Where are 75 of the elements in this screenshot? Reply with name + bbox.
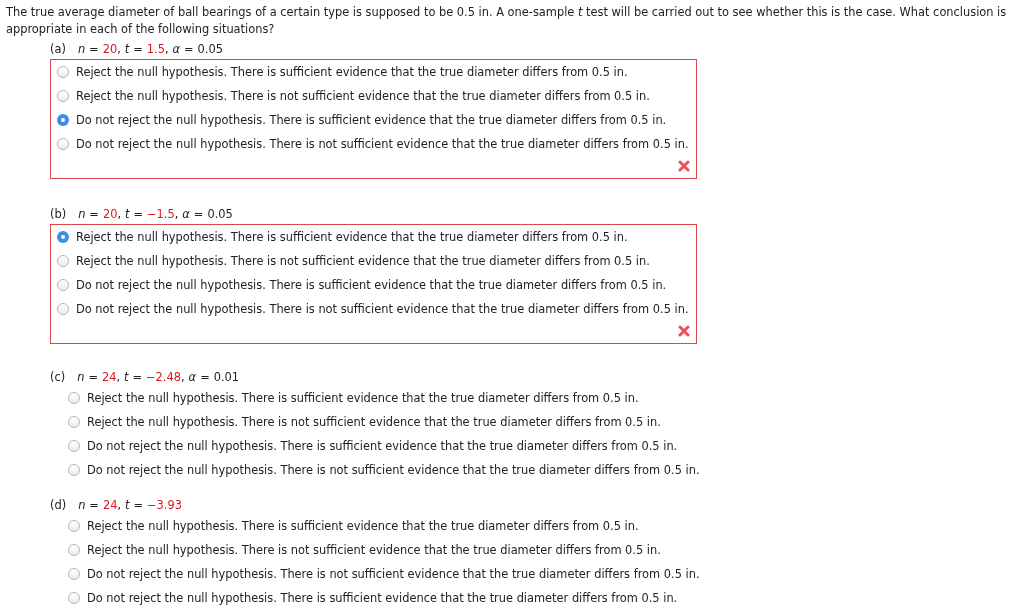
equals-sign: = <box>89 42 99 56</box>
option-text[interactable]: Do not reject the null hypothesis. There is not sufficient evidence that the true diameter differs from 0.5 in. <box>87 567 700 581</box>
variable-symbol: t <box>124 42 130 56</box>
radio-button[interactable] <box>68 392 80 404</box>
comma: , <box>117 207 122 221</box>
equals-sign: = <box>200 370 210 384</box>
option-text[interactable]: Reject the null hypothesis. There is not sufficient evidence that the true diameter differs from 0.5 in. <box>76 89 650 103</box>
radio-button[interactable] <box>57 303 69 315</box>
parameter-value: −3.93 <box>147 498 182 512</box>
variable-symbol: t <box>124 370 129 384</box>
parameter-value: 0.05 <box>207 207 233 221</box>
radio-button[interactable] <box>68 440 80 452</box>
x-mark-icon <box>678 160 690 172</box>
equals-sign: = <box>193 207 204 221</box>
option-text[interactable]: Reject the null hypothesis. There is not sufficient evidence that the true diameter differs from 0.5 in. <box>87 415 661 429</box>
option-text[interactable]: Do not reject the null hypothesis. There is sufficient evidence that the true diameter differs from 0.5 in. <box>87 591 678 605</box>
part-label: (c) <box>50 370 66 384</box>
radio-button[interactable] <box>57 114 69 126</box>
parameter-value: −1.5 <box>147 207 175 221</box>
option-text[interactable]: Reject the null hypothesis. There is not sufficient evidence that the true diameter differs from 0.5 in. <box>76 254 650 268</box>
comma: , <box>117 498 122 512</box>
comma: , <box>117 42 121 56</box>
variable-symbol: n <box>77 370 85 384</box>
equals-sign: = <box>89 498 99 512</box>
part-label: (b) <box>50 207 67 221</box>
x-mark-icon <box>678 325 690 337</box>
radio-button[interactable] <box>68 464 80 476</box>
variable-symbol: n <box>78 498 86 512</box>
parameter-value: 0.01 <box>213 370 240 384</box>
option-text[interactable]: Reject the null hypothesis. There is sufficient evidence that the true diameter differs from 0.5 in. <box>87 519 639 533</box>
radio-button[interactable] <box>57 231 69 243</box>
option-text[interactable]: Do not reject the null hypothesis. There is not sufficient evidence that the true diameter differs from 0.5 in. <box>87 463 700 477</box>
radio-button[interactable] <box>57 138 69 150</box>
radio-button[interactable] <box>57 279 69 291</box>
radio-button[interactable] <box>57 90 69 102</box>
comma: , <box>164 42 169 56</box>
radio-button[interactable] <box>68 568 80 580</box>
variable-symbol: α <box>172 42 181 56</box>
option-text[interactable]: Reject the null hypothesis. There is sufficient evidence that the true diameter differs from 0.5 in. <box>87 391 639 405</box>
option-text[interactable]: Reject the null hypothesis. There is not sufficient evidence that the true diameter differs from 0.5 in. <box>87 543 661 557</box>
question-text: The true average diameter of ball bearings of a certain type is supposed to be 0.5 in. A one-sample t test will be carried out to see whether this is the case. What conclusion is appropriate in each of the following situations? <box>6 4 1008 38</box>
equals-sign: = <box>88 370 98 384</box>
parameter-value: 0.05 <box>197 42 223 56</box>
equals-sign: = <box>133 42 143 56</box>
part-label: (d) <box>50 498 67 512</box>
radio-button[interactable] <box>57 66 69 78</box>
variable-symbol: n <box>78 207 86 221</box>
radio-button[interactable] <box>57 255 69 267</box>
radio-button[interactable] <box>68 520 80 532</box>
comma: , <box>116 370 121 384</box>
radio-button[interactable] <box>68 416 80 428</box>
option-text[interactable]: Do not reject the null hypothesis. There is sufficient evidence that the true diameter differs from 0.5 in. <box>76 113 667 127</box>
option-text[interactable]: Do not reject the null hypothesis. There is not sufficient evidence that the true diameter differs from 0.5 in. <box>76 137 689 151</box>
equals-sign: = <box>184 42 194 56</box>
equals-sign: = <box>132 370 143 384</box>
comma: , <box>174 207 179 221</box>
option-text[interactable]: Do not reject the null hypothesis. There is not sufficient evidence that the true diameter differs from 0.5 in. <box>76 302 689 316</box>
radio-button[interactable] <box>68 592 80 604</box>
equals-sign: = <box>133 498 144 512</box>
comma: , <box>181 370 185 384</box>
parameter-value: 1.5 <box>146 42 165 56</box>
part-label: (a) <box>50 42 66 56</box>
option-text[interactable]: Reject the null hypothesis. There is sufficient evidence that the true diameter differs from 0.5 in. <box>76 230 628 244</box>
radio-button[interactable] <box>68 544 80 556</box>
variable-symbol: n <box>77 42 86 56</box>
variable-symbol: α <box>188 370 197 384</box>
option-text[interactable]: Do not reject the null hypothesis. There is sufficient evidence that the true diameter differs from 0.5 in. <box>76 278 667 292</box>
equals-sign: = <box>133 207 144 221</box>
variable-symbol: t <box>125 207 130 221</box>
option-text[interactable]: Reject the null hypothesis. There is sufficient evidence that the true diameter differs from 0.5 in. <box>76 65 628 79</box>
option-text[interactable]: Do not reject the null hypothesis. There is sufficient evidence that the true diameter differs from 0.5 in. <box>87 439 678 453</box>
variable-symbol: t <box>125 498 130 512</box>
variable-symbol: α <box>182 207 190 221</box>
equals-sign: = <box>89 207 99 221</box>
parameter-value: −2.48 <box>146 370 181 384</box>
